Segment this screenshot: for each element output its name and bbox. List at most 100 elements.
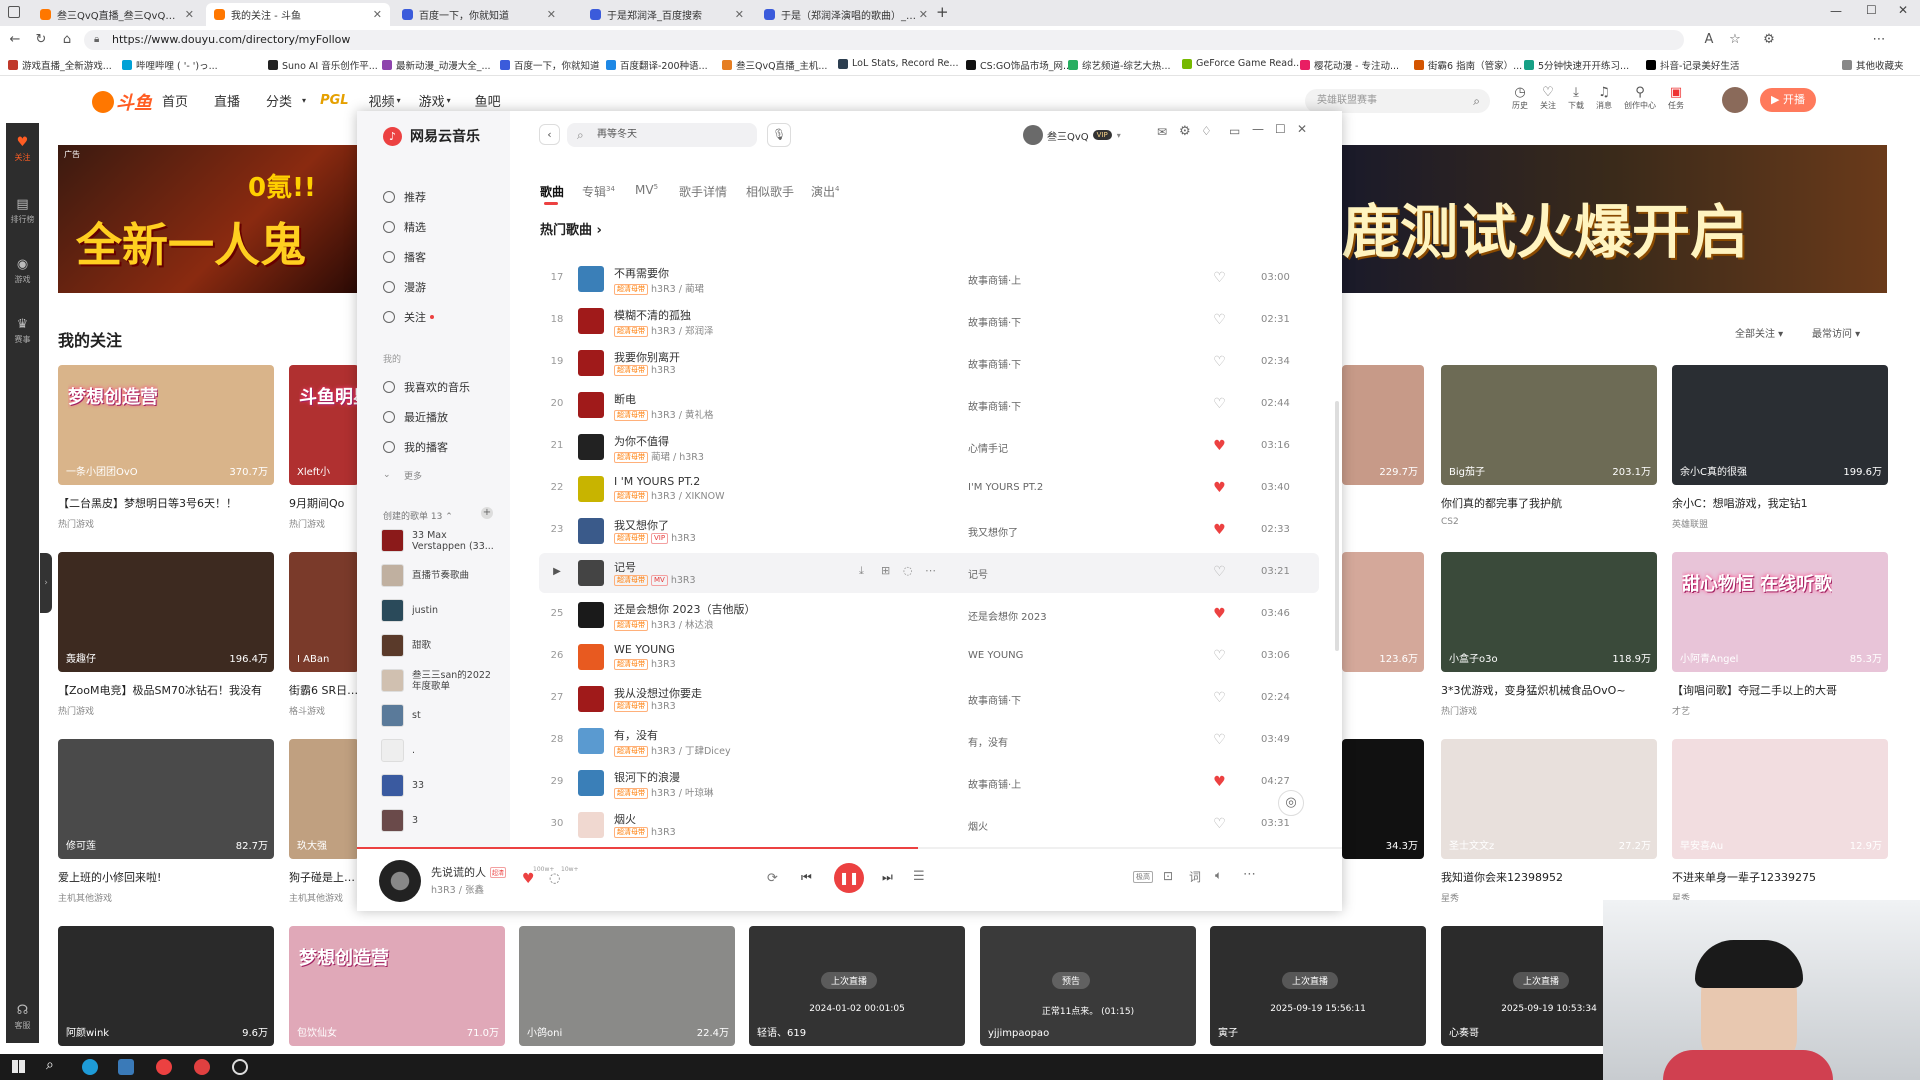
sidebar-collapse-handle[interactable]: ›	[40, 553, 52, 613]
comment-button[interactable]: ◌	[549, 871, 560, 886]
browser-tab[interactable]: 百度一下，你就知道 ✕	[394, 3, 564, 26]
stream-card[interactable]: 上次直播 2024-01-02 00:01:05 轻语、619	[749, 926, 965, 1046]
song-title[interactable]: 银河下的浪漫	[614, 769, 874, 785]
repeat-mode-icon[interactable]: ⟳	[767, 871, 778, 886]
download-button[interactable]: ⤓ 下载	[1568, 85, 1584, 111]
stream-category[interactable]: 才艺	[1672, 704, 1690, 717]
effects-icon[interactable]: ⊡	[1163, 869, 1173, 883]
song-row[interactable]: 18 模糊不清的孤独 超清母带 h3R3 / 郑润泽 故事商铺·下 ♡ 02:31	[539, 301, 1319, 341]
stream-card[interactable]: 斗鱼明星主 共赏PGL Xleft小	[289, 365, 359, 485]
more-icon[interactable]: ⋯	[925, 564, 936, 577]
banner-ad-left[interactable]: 广告 0氪!! 全新一人鬼	[58, 145, 358, 293]
song-album[interactable]: 故事商铺·下	[968, 692, 1168, 707]
song-title[interactable]: 断电	[614, 391, 874, 407]
banner-ad-right[interactable]: 鹿测试火爆开启	[1342, 145, 1887, 293]
follow-button[interactable]: ♡ 关注	[1540, 85, 1556, 111]
edge-icon[interactable]	[82, 1059, 98, 1075]
history-button[interactable]: ◷ 历史	[1512, 85, 1528, 111]
stream-category[interactable]: 格斗游戏	[289, 704, 325, 717]
creator-center-button[interactable]: ⚲ 创作中心	[1624, 85, 1656, 111]
song-row[interactable]: 17 不再需要你 超清母带 h3R3 / 蔺珺 故事商铺·上 ♡ 03:00	[539, 259, 1319, 299]
song-title[interactable]: 我又想你了	[614, 517, 874, 533]
now-playing-title[interactable]: 先说谎的人 超清	[431, 864, 507, 880]
stream-title[interactable]: 余小C：想唱游戏，我定钻1	[1672, 495, 1888, 511]
url-input[interactable]: 🔒︎ https://www.douyu.com/directory/myFol…	[84, 30, 1684, 50]
stream-card[interactable]: 梦想创造营 一条小团团OvO 370.7万	[58, 365, 274, 485]
song-title[interactable]: 我要你别离开	[614, 349, 874, 365]
stream-card[interactable]: Big茄子 203.1万	[1441, 365, 1657, 485]
song-row[interactable]: 27 我从没想过你要走 超清母带 h3R3 故事商铺·下 ♡ 02:24	[539, 679, 1319, 719]
previous-track-icon[interactable]: ⏮︎	[801, 870, 812, 885]
avatar[interactable]	[1722, 87, 1748, 113]
nav-fishbar[interactable]: 鱼吧	[475, 91, 501, 110]
bookmark-item[interactable]: 百度翻译-200种语...	[606, 58, 708, 72]
song-row[interactable]: 23 我又想你了 超清母带 VIP h3R3 我又想你了 ♥ 02:33	[539, 511, 1319, 551]
favorite-star-icon[interactable]: ☆	[1726, 31, 1744, 49]
stream-card[interactable]: 上次直播 2025-09-19 15:56:11 寅子	[1210, 926, 1426, 1046]
close-icon[interactable]: ✕	[185, 8, 194, 21]
lyrics-icon[interactable]: 词	[1189, 868, 1201, 885]
stream-category[interactable]: CS2	[1441, 517, 1459, 527]
song-title[interactable]: 不再需要你	[614, 265, 874, 281]
song-album[interactable]: WE YOUNG	[968, 650, 1168, 661]
close-icon[interactable]: ✕	[919, 8, 928, 21]
stream-category[interactable]: 主机其他游戏	[289, 891, 343, 904]
song-row[interactable]: 21 为你不值得 超清母带 蔺珺 / h3R3 心情手记 ♥ 03:16	[539, 427, 1319, 467]
bookmark-item[interactable]: 街霸6 指南（管家）...	[1414, 58, 1522, 72]
bookmark-item[interactable]: CS:GO饰品市场_网...	[966, 58, 1072, 72]
douyu-logo[interactable]: 斗鱼	[92, 89, 152, 115]
song-title[interactable]: 还是会想你 2023（吉他版）	[614, 601, 874, 617]
stream-title[interactable]: 【询唱问歌】夺冠二手以上的大哥	[1672, 682, 1888, 698]
heart-icon[interactable]: ♡	[1212, 271, 1227, 286]
obs-icon[interactable]	[232, 1059, 248, 1075]
stream-card[interactable]: 小鸽oni 22.4万	[519, 926, 735, 1046]
song-row[interactable]: 20 断电 超清母带 h3R3 / 黄礼格 故事商铺·下 ♡ 02:44	[539, 385, 1319, 425]
heart-icon[interactable]: ♡	[1212, 649, 1227, 664]
bookmark-item[interactable]: LoL Stats, Record Re...	[838, 58, 958, 69]
song-title[interactable]: 有，没有	[614, 727, 874, 743]
read-aloud-icon[interactable]: A	[1700, 31, 1718, 49]
playlist-queue-icon[interactable]: ☰	[913, 869, 925, 884]
now-playing-cover[interactable]	[379, 860, 421, 902]
more-icon[interactable]: ⋯	[1243, 867, 1256, 882]
add-to-playlist-icon[interactable]: ⊞	[881, 564, 890, 577]
stream-title[interactable]: 狗子碰是上班了	[289, 869, 359, 885]
heart-icon[interactable]: ♥	[1212, 607, 1227, 622]
stream-title[interactable]: 爱上班的小修回来啦!	[58, 869, 274, 885]
bookmark-item[interactable]: 5分钟快速开开练习...	[1524, 58, 1629, 72]
heart-icon[interactable]: ♡	[1212, 565, 1227, 580]
pause-button[interactable]: ❚❚	[834, 863, 864, 893]
bookmark-item[interactable]: Suno AI 音乐创作平...	[268, 58, 378, 72]
next-track-icon[interactable]: ⏭︎	[882, 870, 893, 885]
stream-category[interactable]: 热门游戏	[58, 517, 94, 530]
stream-title[interactable]: 街霸6 SR日本街	[289, 682, 359, 698]
song-album[interactable]: 心情手记	[968, 440, 1168, 455]
filter-recent[interactable]: 最常访问 ▾	[1812, 325, 1860, 340]
close-window-icon[interactable]: ✕	[1898, 3, 1908, 17]
bookmark-item[interactable]: 哔哩哔哩 ( '- ')っ...	[122, 58, 218, 72]
bookmark-item[interactable]: 叁三QvQ直播_主机...	[722, 58, 827, 72]
nav-live[interactable]: 直播	[214, 91, 240, 110]
message-button[interactable]: ♫ 消息	[1596, 85, 1612, 111]
stream-title[interactable]: 9月期间Qo	[289, 495, 359, 511]
task-button[interactable]: ▣ 任务	[1668, 85, 1684, 111]
song-album[interactable]: 故事商铺·下	[968, 398, 1168, 413]
bookmark-item[interactable]: 其他收藏夹	[1842, 58, 1904, 72]
open-live-button[interactable]: ▶ 开播	[1760, 88, 1816, 112]
sidebar-item-service[interactable]: ☊ 客服	[6, 1003, 39, 1031]
stream-category[interactable]: 热门游戏	[289, 517, 325, 530]
heart-icon[interactable]: ♡	[1212, 691, 1227, 706]
stream-title[interactable]: 【二台黑皮】梦想明日等3号6天！！	[58, 495, 274, 511]
song-row[interactable]: 25 还是会想你 2023（吉他版） 超清母带 h3R3 / 林达浪 还是会想你 202…	[539, 595, 1319, 635]
sidebar-item-events[interactable]: ♛ 赛事	[6, 317, 39, 345]
heart-icon[interactable]: ♥	[1212, 481, 1227, 496]
stream-card[interactable]: 圣士文文z 27.2万	[1441, 739, 1657, 859]
song-row[interactable]: 26 WE YOUNG 超清母带 h3R3 WE YOUNG ♡ 03:06	[539, 637, 1319, 677]
stream-card[interactable]: 甜心物恒 在线听歌 小阿青Angel 85.3万	[1672, 552, 1888, 672]
bookmark-item[interactable]: GeForce Game Read...	[1182, 58, 1302, 69]
nav-category[interactable]: 分类	[266, 91, 292, 110]
more-menu-icon[interactable]: ⋯	[1870, 31, 1888, 49]
nav-games[interactable]: 游戏	[419, 91, 445, 110]
nav-home[interactable]: 首页	[162, 91, 188, 110]
song-row[interactable]: ▶ 记号 超清母带 MV h3R3 记号 ♡ 03:21 ⤓ ⊞ ◌ ⋯	[539, 553, 1319, 593]
